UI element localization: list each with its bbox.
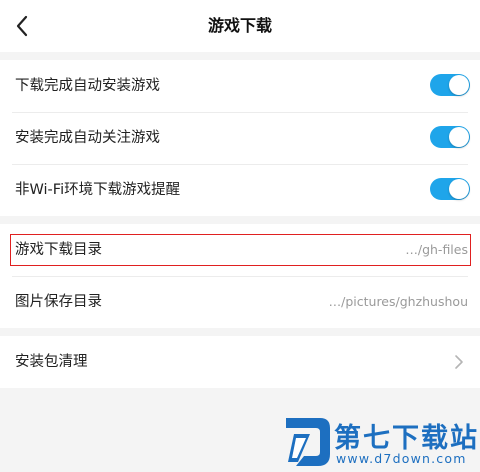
setting-auto-install: 下载完成自动安装游戏 bbox=[0, 60, 480, 112]
image-save-directory-row[interactable]: 图片保存目录 …/pictures/ghzhushou bbox=[0, 276, 480, 328]
directory-path: …/gh-files bbox=[405, 242, 468, 257]
d7-logo-icon bbox=[286, 418, 330, 466]
header-bar: 游戏下载 bbox=[0, 0, 480, 52]
setting-label: 图片保存目录 bbox=[15, 294, 102, 310]
setting-label: 下载完成自动安装游戏 bbox=[15, 78, 160, 94]
toggle-knob bbox=[449, 179, 469, 199]
package-cleanup-row[interactable]: 安装包清理 bbox=[0, 336, 480, 388]
setting-auto-follow: 安装完成自动关注游戏 bbox=[0, 112, 480, 164]
watermark-url: www.d7down.com bbox=[336, 451, 467, 466]
setting-label: 安装完成自动关注游戏 bbox=[15, 130, 160, 146]
game-download-directory-row[interactable]: 游戏下载目录 …/gh-files bbox=[0, 224, 480, 276]
directory-settings-group: 游戏下载目录 …/gh-files 图片保存目录 …/pictures/ghzh… bbox=[0, 224, 480, 328]
page-title: 游戏下载 bbox=[207, 16, 272, 35]
watermark-name: 第七下载站 bbox=[334, 423, 479, 454]
toggle-settings-group: 下载完成自动安装游戏 安装完成自动关注游戏 非Wi-Fi环境下载游戏提醒 bbox=[0, 60, 480, 216]
cleanup-group: 安装包清理 bbox=[0, 336, 480, 388]
setting-label: 非Wi-Fi环境下载游戏提醒 bbox=[15, 182, 181, 198]
auto-install-toggle[interactable] bbox=[430, 74, 470, 96]
toggle-knob bbox=[449, 75, 469, 95]
setting-label: 游戏下载目录 bbox=[15, 242, 102, 258]
directory-path: …/pictures/ghzhushou bbox=[328, 294, 468, 309]
toggle-knob bbox=[449, 127, 469, 147]
chevron-right-icon bbox=[455, 355, 463, 369]
non-wifi-reminder-toggle[interactable] bbox=[430, 178, 470, 200]
setting-non-wifi-reminder: 非Wi-Fi环境下载游戏提醒 bbox=[0, 164, 480, 216]
auto-follow-toggle[interactable] bbox=[430, 126, 470, 148]
site-watermark: 第七下载站 www.d7down.com bbox=[284, 414, 477, 470]
setting-label: 安装包清理 bbox=[15, 354, 88, 370]
